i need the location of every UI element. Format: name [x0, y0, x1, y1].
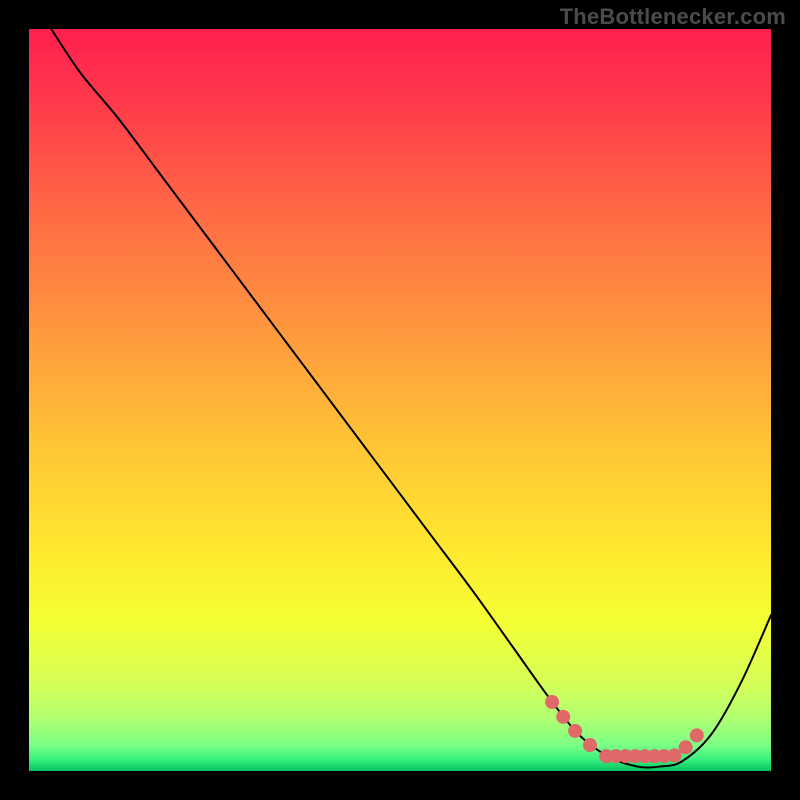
- highlight-dot: [583, 738, 597, 752]
- gradient-background: [29, 29, 771, 771]
- highlight-dot: [545, 695, 559, 709]
- plot-area: [29, 29, 771, 771]
- chart-svg: [29, 29, 771, 771]
- watermark-text: TheBottlenecker.com: [560, 4, 786, 30]
- highlight-dot: [568, 724, 582, 738]
- highlight-dot: [556, 710, 570, 724]
- highlight-dot: [690, 728, 704, 742]
- highlight-dot: [679, 740, 693, 754]
- highlight-dot: [668, 748, 682, 762]
- chart-frame: TheBottlenecker.com: [0, 0, 800, 800]
